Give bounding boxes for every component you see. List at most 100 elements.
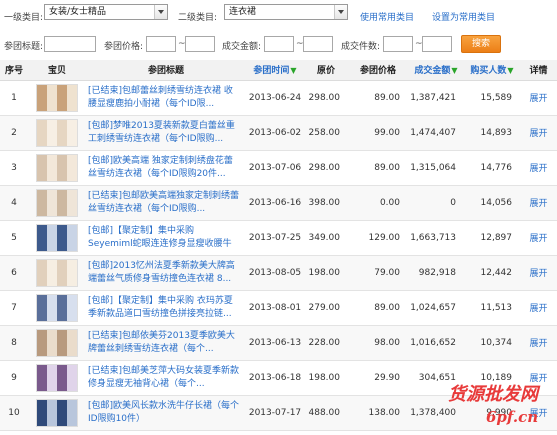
cat1-select[interactable]: 女装/女士精品 bbox=[44, 4, 168, 20]
count-max-input[interactable] bbox=[422, 36, 452, 52]
group-title-cell[interactable]: [已结束]包邮蕾丝刺绣雪纺连衣裙 收腰显瘦鹿拍小耐裙（每个ID限... bbox=[86, 80, 246, 116]
group-title-link[interactable]: [包邮]欧美高端 独家定制刺绣盘花蕾丝雪纺连衣裙（每个ID限购20件... bbox=[88, 155, 240, 181]
group-title-link[interactable]: [已结束]包邮蕾丝刺绣雪纺连衣裙 收腰显瘦鹿拍小耐裙（每个ID限... bbox=[88, 85, 240, 111]
product-thumbnail[interactable] bbox=[36, 83, 78, 112]
group-title-cell[interactable]: [已结束]包邮依美芬2013夏季欧美大牌蕾丝刺绣雪纺连衣裙（每个... bbox=[86, 325, 246, 361]
deal-amount: 1,474,407 bbox=[408, 115, 464, 151]
search-button[interactable]: 搜索 bbox=[461, 35, 501, 53]
header-buyers-sort[interactable]: 购买人数▼ bbox=[464, 60, 520, 81]
group-price: 0.00 bbox=[348, 185, 408, 221]
sort-down-arrow-icon: ▼ bbox=[507, 66, 514, 76]
group-title-link[interactable]: [已结束]包邮欧美高端独家定制刺绣蕾丝雪纺连衣裙（每个ID限购... bbox=[88, 190, 240, 216]
chevron-down-icon bbox=[154, 5, 167, 19]
product-thumbnail-cell[interactable] bbox=[28, 255, 86, 291]
group-title-link[interactable]: [包邮]【聚定制】集中采购 衣玛苏夏季新款品道口雪纺撞色拼接亮拉链... bbox=[88, 295, 240, 321]
header-date-sort[interactable]: 参团时间▼ bbox=[246, 60, 304, 81]
expand-detail-link[interactable]: 展开 bbox=[520, 150, 557, 186]
cat2-value: 连衣裙 bbox=[229, 7, 257, 17]
price-label: 参团价格: bbox=[104, 42, 144, 52]
group-title-link[interactable]: [包邮]【聚定制】集中采购 Seyemiml蛇眼连连修身显瘦收腰牛仔裙... bbox=[88, 225, 240, 251]
group-date: 2013-06-18 bbox=[246, 360, 304, 396]
group-title-cell[interactable]: [包邮]2013忆州法夏季新款美大牌高端蕾丝气质修身雪纺撞色连衣裙 8... bbox=[86, 255, 246, 291]
group-price: 98.00 bbox=[348, 325, 408, 361]
product-thumbnail[interactable] bbox=[36, 118, 78, 147]
product-thumbnail[interactable] bbox=[36, 223, 78, 252]
product-thumbnail-cell[interactable] bbox=[28, 395, 86, 431]
product-thumbnail-cell[interactable] bbox=[28, 360, 86, 396]
product-thumbnail-cell[interactable] bbox=[28, 115, 86, 151]
group-title-link[interactable]: [已结束]包邮美芝萍大码女装夏季新款修身显瘦无袖背心裙（每个... bbox=[88, 365, 240, 391]
header-buyers-label: 购买人数 bbox=[470, 66, 507, 77]
header-amount-sort[interactable]: 成交金额▼ bbox=[408, 60, 464, 81]
product-thumbnail-cell[interactable] bbox=[28, 290, 86, 326]
group-date: 2013-06-13 bbox=[246, 325, 304, 361]
product-thumbnail-cell[interactable] bbox=[28, 80, 86, 116]
title-input[interactable] bbox=[44, 36, 96, 52]
original-price: 258.00 bbox=[304, 115, 348, 151]
cat1-value: 女装/女士精品 bbox=[49, 7, 107, 17]
buyer-count: 12,897 bbox=[464, 220, 520, 256]
original-price: 349.00 bbox=[304, 220, 348, 256]
price-max-input[interactable] bbox=[185, 36, 215, 52]
group-title-link[interactable]: [包邮]梦唯2013夏装新款夏白蕾丝重工刺绣雪纺连衣裙（每个ID限购... bbox=[88, 120, 240, 146]
deal-amount: 1,016,652 bbox=[408, 325, 464, 361]
group-date: 2013-06-02 bbox=[246, 115, 304, 151]
product-thumbnail[interactable] bbox=[36, 153, 78, 182]
product-thumbnail-cell[interactable] bbox=[28, 185, 86, 221]
sort-down-arrow-icon: ▼ bbox=[451, 66, 458, 76]
product-thumbnail-cell[interactable] bbox=[28, 150, 86, 186]
deal-amount: 0 bbox=[408, 185, 464, 221]
product-thumbnail[interactable] bbox=[36, 328, 78, 357]
results-table: 序号 宝贝 参团标题 参团时间▼ 原价 参团价格 成交金额▼ 购买人数▼ 详情 … bbox=[0, 60, 557, 431]
expand-detail-link[interactable]: 展开 bbox=[520, 80, 557, 116]
product-thumbnail-cell[interactable] bbox=[28, 325, 86, 361]
buyer-count: 15,589 bbox=[464, 80, 520, 116]
group-title-cell[interactable]: [已结束]包邮欧美高端独家定制刺绣蕾丝雪纺连衣裙（每个ID限购... bbox=[86, 185, 246, 221]
sort-down-arrow-icon: ▼ bbox=[290, 66, 297, 76]
table-row: 2 [包邮]梦唯2013夏装新款夏白蕾丝重工刺绣雪纺连衣裙（每个ID限购... 20… bbox=[0, 115, 557, 151]
group-title-link[interactable]: [已结束]包邮依美芬2013夏季欧美大牌蕾丝刺绣雪纺连衣裙（每个... bbox=[88, 330, 240, 356]
product-thumbnail-cell[interactable] bbox=[28, 220, 86, 256]
expand-detail-link[interactable]: 展开 bbox=[520, 290, 557, 326]
group-title-cell[interactable]: [包邮]欧美风长款水洗牛仔长裙（每个ID限购10件） bbox=[86, 395, 246, 431]
buyer-count: 14,056 bbox=[464, 185, 520, 221]
group-title-cell[interactable]: [包邮]欧美高端 独家定制刺绣盘花蕾丝雪纺连衣裙（每个ID限购20件... bbox=[86, 150, 246, 186]
table-row: 10 [包邮]欧美风长款水洗牛仔长裙（每个ID限购10件） 2013-07-17 48… bbox=[0, 395, 557, 431]
count-min-input[interactable] bbox=[383, 36, 413, 52]
group-date: 2013-07-25 bbox=[246, 220, 304, 256]
product-thumbnail[interactable] bbox=[36, 398, 78, 427]
group-price: 129.00 bbox=[348, 220, 408, 256]
table-row: 4 [已结束]包邮欧美高端独家定制刺绣蕾丝雪纺连衣裙（每个ID限购... 2013-… bbox=[0, 185, 557, 221]
product-thumbnail[interactable] bbox=[36, 363, 78, 392]
group-title-cell[interactable]: [包邮]梦唯2013夏装新款夏白蕾丝重工刺绣雪纺连衣裙（每个ID限购... bbox=[86, 115, 246, 151]
product-thumbnail[interactable] bbox=[36, 293, 78, 322]
filter-row-categories: 一级类目: 女装/女士精品 二级类目: 连衣裙 使用常用类目 设置为常用类目 bbox=[0, 0, 557, 32]
group-title-link[interactable]: [包邮]2013忆州法夏季新款美大牌高端蕾丝气质修身雪纺撞色连衣裙 8... bbox=[88, 260, 240, 286]
expand-detail-link[interactable]: 展开 bbox=[520, 115, 557, 151]
cat2-select[interactable]: 连衣裙 bbox=[224, 4, 348, 20]
expand-detail-link[interactable]: 展开 bbox=[520, 255, 557, 291]
group-title-cell[interactable]: [包邮]【聚定制】集中采购 Seyemiml蛇眼连连修身显瘦收腰牛仔裙... bbox=[86, 220, 246, 256]
amount-min-input[interactable] bbox=[264, 36, 294, 52]
product-thumbnail[interactable] bbox=[36, 188, 78, 217]
expand-detail-link[interactable]: 展开 bbox=[520, 395, 557, 431]
expand-detail-link[interactable]: 展开 bbox=[520, 220, 557, 256]
set-common-category-link[interactable]: 设置为常用类目 bbox=[432, 10, 495, 23]
group-date: 2013-08-01 bbox=[246, 290, 304, 326]
group-price: 89.00 bbox=[348, 290, 408, 326]
table-row: 5 [包邮]【聚定制】集中采购 Seyemiml蛇眼连连修身显瘦收腰牛仔裙...2… bbox=[0, 220, 557, 256]
deal-amount: 1,387,421 bbox=[408, 80, 464, 116]
expand-detail-link[interactable]: 展开 bbox=[520, 185, 557, 221]
row-number: 6 bbox=[0, 255, 28, 291]
use-common-category-link[interactable]: 使用常用类目 bbox=[360, 10, 414, 23]
amount-max-input[interactable] bbox=[303, 36, 333, 52]
group-title-cell[interactable]: [包邮]【聚定制】集中采购 衣玛苏夏季新款品道口雪纺撞色拼接亮拉链... bbox=[86, 290, 246, 326]
expand-detail-link[interactable]: 展开 bbox=[520, 360, 557, 396]
table-row: 1 [已结束]包邮蕾丝刺绣雪纺连衣裙 收腰显瘦鹿拍小耐裙（每个ID限... 2013… bbox=[0, 80, 557, 116]
price-min-input[interactable] bbox=[146, 36, 176, 52]
expand-detail-link[interactable]: 展开 bbox=[520, 325, 557, 361]
group-title-link[interactable]: [包邮]欧美风长款水洗牛仔长裙（每个ID限购10件） bbox=[88, 400, 240, 426]
group-title-cell[interactable]: [已结束]包邮美芝萍大码女装夏季新款修身显瘦无袖背心裙（每个... bbox=[86, 360, 246, 396]
chevron-down-icon bbox=[334, 5, 347, 19]
product-thumbnail[interactable] bbox=[36, 258, 78, 287]
